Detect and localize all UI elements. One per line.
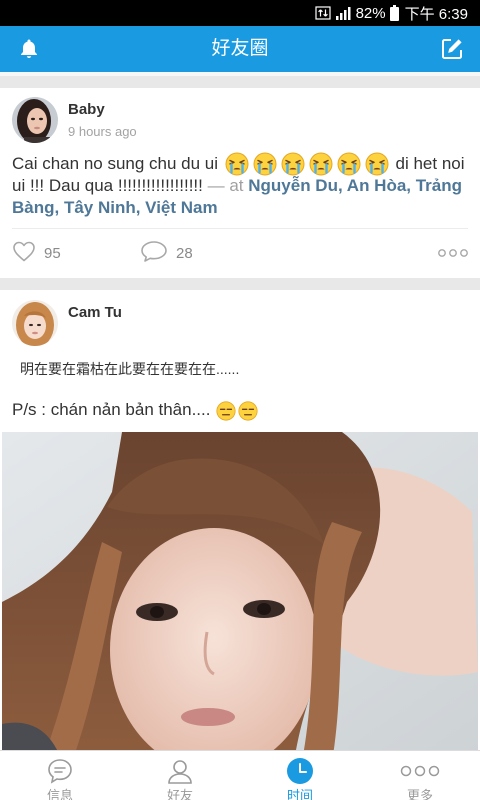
author-name[interactable]: Cam Tu bbox=[68, 304, 122, 322]
more-icon bbox=[438, 245, 468, 263]
emoji-group bbox=[223, 152, 391, 176]
emoji-group bbox=[215, 400, 259, 421]
clock-time: 下午 6:39 bbox=[404, 5, 468, 23]
avatar[interactable] bbox=[12, 300, 58, 346]
header-divider bbox=[0, 72, 480, 76]
post-actions: 95 28 bbox=[12, 229, 468, 278]
edit-icon[interactable] bbox=[440, 37, 464, 61]
bell-icon[interactable] bbox=[17, 37, 41, 61]
expressionless-face-icon bbox=[216, 401, 236, 421]
post-header: Baby 9 hours ago bbox=[12, 88, 468, 143]
mobile-data-icon bbox=[314, 6, 331, 20]
friends-icon bbox=[166, 757, 194, 785]
nav-item-timeline[interactable]: 时间 bbox=[240, 751, 360, 800]
page-title: 好友圈 bbox=[211, 38, 269, 59]
bottom-nav: 信息 好友 时间 更多 bbox=[0, 750, 480, 800]
location-prefix: — at bbox=[207, 176, 244, 195]
crying-face-icon bbox=[365, 152, 389, 176]
like-count: 95 bbox=[44, 245, 61, 262]
message-icon bbox=[46, 757, 74, 785]
heart-icon bbox=[12, 240, 36, 267]
feed[interactable]: Baby 9 hours ago Cai chan no sung chu du… bbox=[0, 88, 480, 800]
crying-face-icon bbox=[253, 152, 277, 176]
post-text-part: Cai chan no sung chu du ui bbox=[12, 154, 219, 173]
crying-face-icon bbox=[337, 152, 361, 176]
post-card: Cam Tu 明在要在霜枯在此要在在要在在...... P/s : chán n… bbox=[0, 290, 480, 762]
app-header: 好友圈 bbox=[0, 26, 480, 72]
post-text: Cai chan no sung chu du ui di het noi ui… bbox=[12, 152, 468, 219]
author-name[interactable]: Baby bbox=[68, 101, 137, 119]
post-text-part: P/s : chán nản bản thân.... bbox=[12, 400, 211, 419]
expressionless-face-icon bbox=[238, 401, 258, 421]
post-header: Cam Tu bbox=[12, 290, 468, 346]
battery-percent: 82% bbox=[355, 4, 386, 22]
nav-label: 时间 bbox=[286, 788, 313, 800]
nav-label: 更多 bbox=[406, 788, 433, 800]
crying-face-icon bbox=[309, 152, 333, 176]
signal-icon bbox=[335, 6, 351, 20]
avatar[interactable] bbox=[12, 97, 58, 143]
battery-icon bbox=[389, 5, 399, 21]
crying-face-icon bbox=[281, 152, 305, 176]
post-card: Baby 9 hours ago Cai chan no sung chu du… bbox=[0, 88, 480, 278]
status-bar: 82% 下午 6:39 bbox=[0, 0, 480, 26]
comment-count: 28 bbox=[176, 245, 193, 262]
nav-item-more[interactable]: 更多 bbox=[360, 751, 480, 800]
post-text: 明在要在霜枯在此要在在要在在...... bbox=[20, 361, 240, 377]
like-button[interactable]: 95 bbox=[12, 240, 140, 267]
nav-label: 信息 bbox=[46, 788, 73, 800]
comment-icon bbox=[140, 240, 168, 267]
clock-icon bbox=[286, 757, 314, 785]
nav-item-friends[interactable]: 好友 bbox=[120, 751, 240, 800]
more-icon bbox=[400, 757, 440, 785]
comment-button[interactable]: 28 bbox=[140, 240, 193, 267]
post-text: P/s : chán nản bản thân.... bbox=[12, 399, 468, 421]
post-time: 9 hours ago bbox=[68, 124, 137, 139]
nav-item-messages[interactable]: 信息 bbox=[0, 751, 120, 800]
crying-face-icon bbox=[225, 152, 249, 176]
post-photo[interactable] bbox=[2, 432, 478, 762]
nav-label: 好友 bbox=[166, 788, 193, 800]
more-options-button[interactable] bbox=[438, 245, 468, 263]
